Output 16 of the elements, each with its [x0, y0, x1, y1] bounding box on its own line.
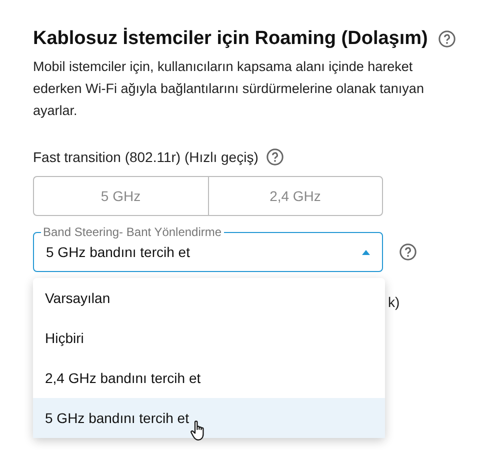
help-icon[interactable] — [399, 243, 417, 261]
menu-option[interactable]: 2,4 GHz bandını tercih et — [33, 358, 385, 398]
band-tab[interactable]: 2,4 GHz — [208, 176, 383, 216]
caret-icon — [362, 250, 370, 254]
fast-transition-label: Fast transition (802.11r) (Hızlı geçiş) — [33, 149, 258, 165]
help-icon[interactable] — [266, 148, 284, 166]
menu-option[interactable]: Varsayılan — [33, 278, 385, 318]
section-description: Mobil istemciler için, kullanıcıların kapsama alanı içinde hareket ederken Wi-Fi ağıyla bağlantılarını sürdürmelerine olanak tanıyan ayarlar. — [33, 58, 425, 120]
section-title: Kablosuz İstemciler için Roaming (Dolaşım) — [33, 28, 428, 50]
help-icon[interactable] — [438, 30, 456, 48]
band-steering-select[interactable]: Band Steering- Bant Yönlendirme 5 GHz bandını tercih et — [33, 225, 383, 272]
band-tab[interactable]: 5 GHz — [33, 176, 208, 216]
field-label: Band Steering- Bant Yönlendirme — [41, 225, 224, 239]
menu-option[interactable]: 5 GHz bandını tercih et — [33, 398, 385, 438]
setting-label: k) — [388, 294, 401, 310]
menu-option[interactable]: Hiçbiri — [33, 318, 385, 358]
